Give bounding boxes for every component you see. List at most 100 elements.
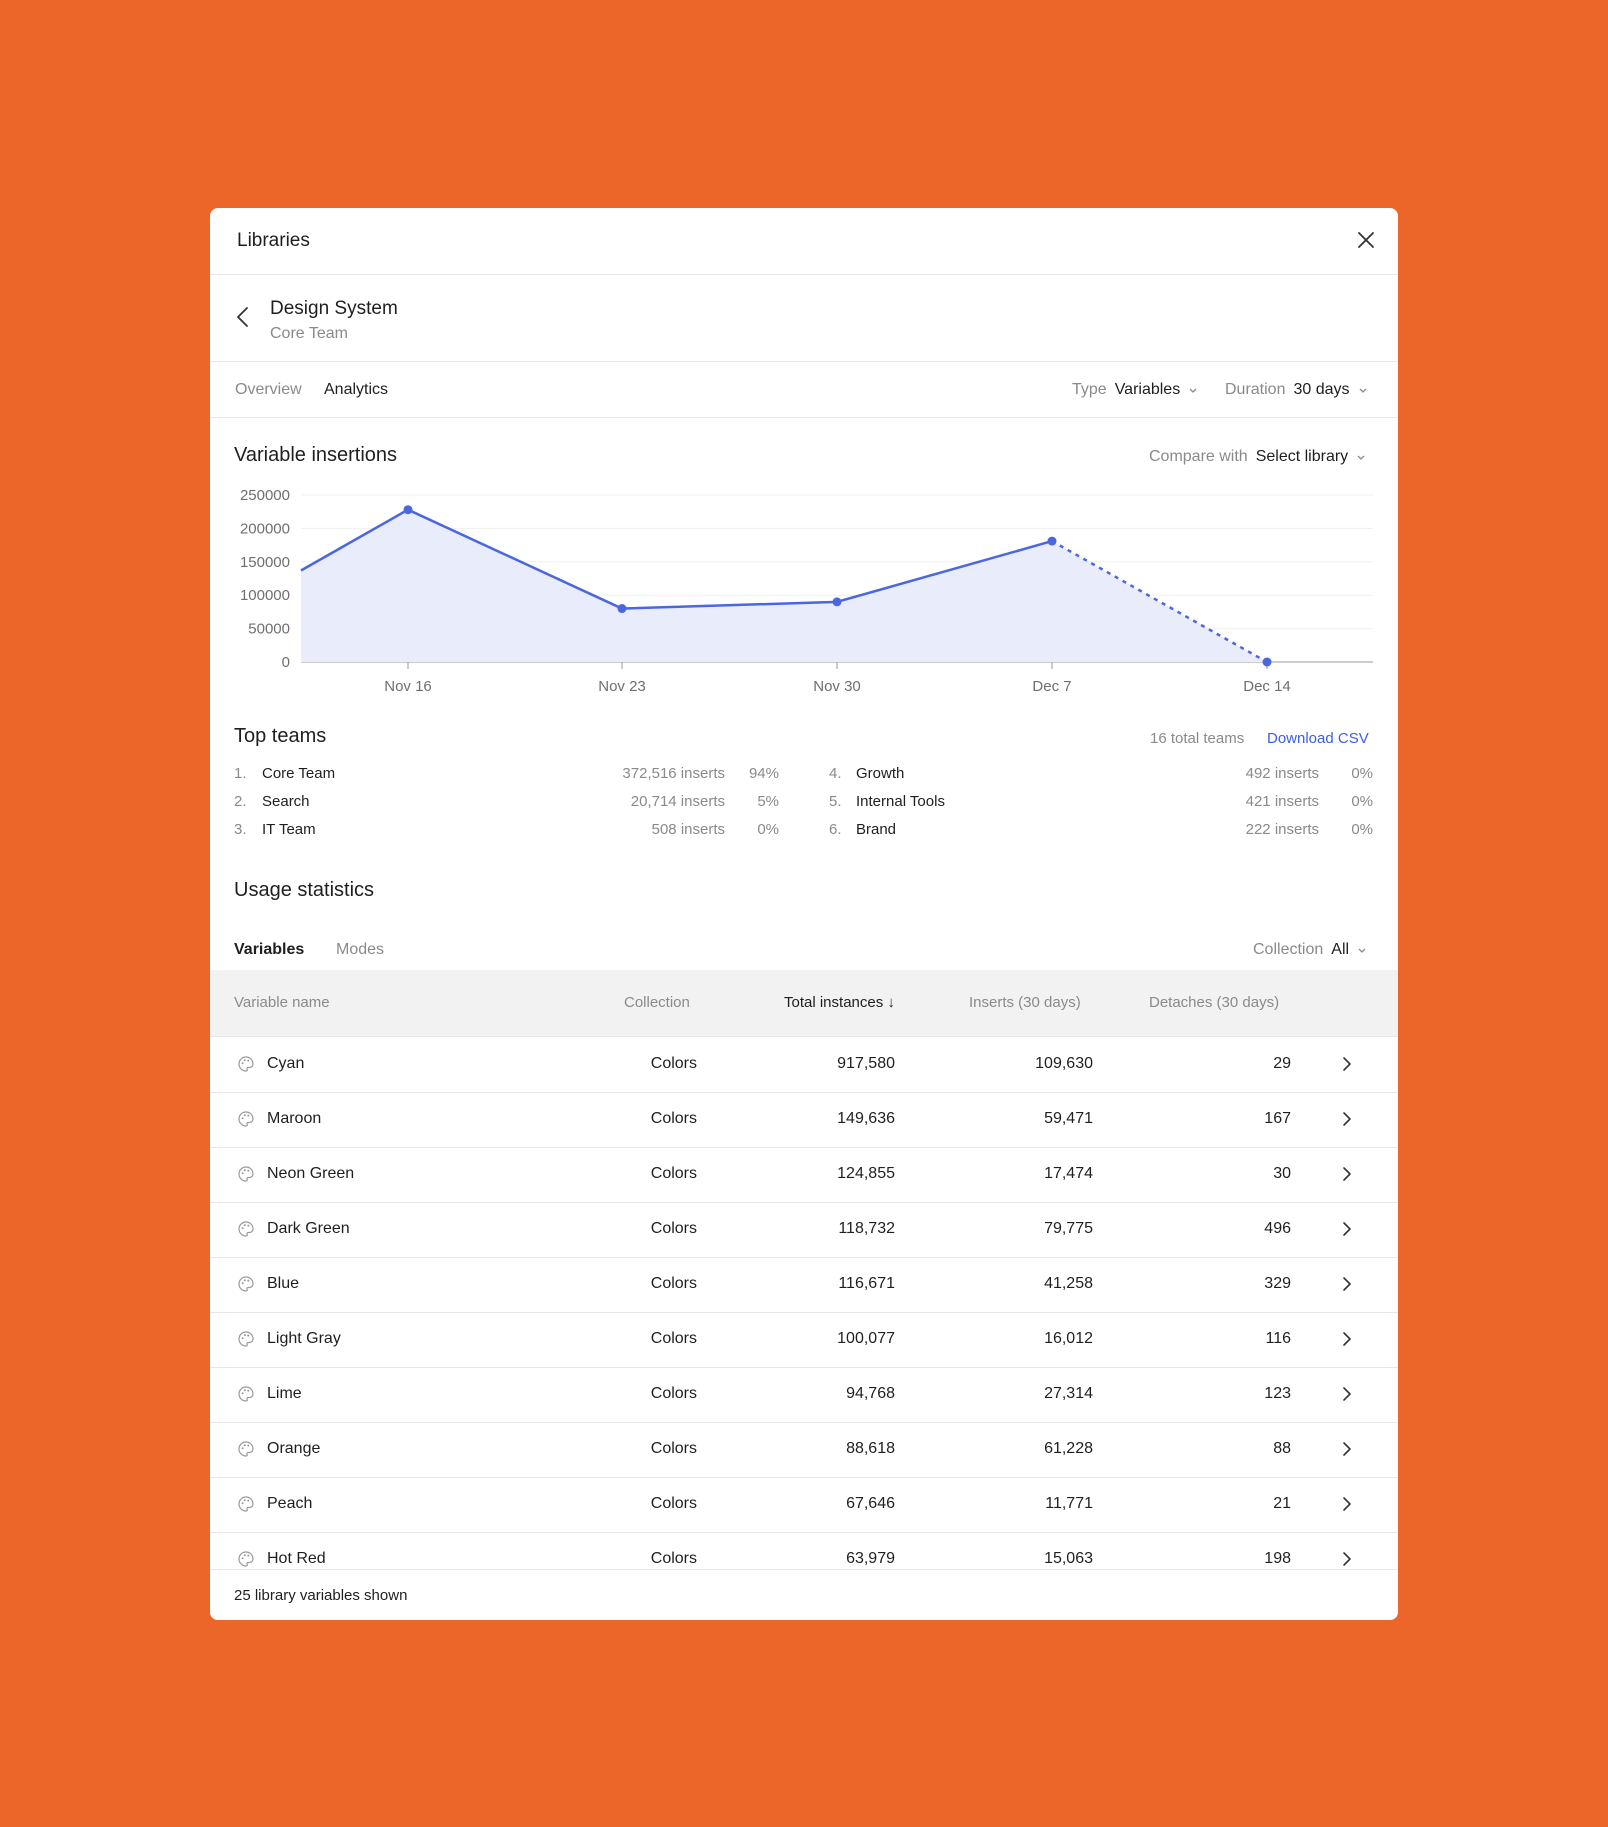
chevron-down-icon [1358, 948, 1366, 953]
total-instances: 67,646 [846, 1495, 895, 1512]
inserts-30d: 61,228 [1044, 1440, 1093, 1457]
data-point[interactable] [1262, 657, 1272, 667]
tab-variables[interactable]: Variables [234, 941, 304, 959]
variable-collection: Colors [650, 1110, 697, 1127]
table-row[interactable]: Hot Red Colors 63,979 15,063 198 [210, 1532, 1398, 1569]
table-row[interactable]: Cyan Colors 917,580 109,630 29 [210, 1037, 1398, 1093]
variable-collection: Colors [650, 1440, 697, 1457]
insertions-chart: 0 50000 100000 150000 200000 250000 Nov 16 Nov … [240, 487, 1373, 695]
inserts-30d: 59,471 [1044, 1110, 1093, 1127]
table-row[interactable]: Light Gray Colors 100,077 16,012 116 [210, 1312, 1398, 1368]
total-instances: 116,671 [838, 1275, 895, 1292]
total-instances: 149,636 [837, 1110, 895, 1127]
total-instances: 124,855 [837, 1165, 895, 1182]
variable-collection: Colors [650, 1385, 697, 1402]
variable-name: Cyan [267, 1055, 305, 1072]
chevron-right-icon[interactable] [1337, 1274, 1357, 1294]
inserts-30d: 79,775 [1044, 1220, 1093, 1237]
x-tick-label: Nov 30 [813, 678, 861, 695]
team-rank: 1. [234, 765, 247, 782]
chevron-right-icon[interactable] [1337, 1549, 1357, 1569]
header-total-instances[interactable]: Total instances ↓ [784, 994, 895, 1011]
table-row[interactable]: Dark Green Colors 118,732 79,775 496 [210, 1202, 1398, 1258]
data-point[interactable] [1047, 536, 1057, 546]
header-variable-name[interactable]: Variable name [234, 994, 330, 1011]
header-collection[interactable]: Collection [624, 994, 690, 1011]
table-row[interactable]: Lime Colors 94,768 27,314 123 [210, 1367, 1398, 1423]
total-instances: 917,580 [837, 1055, 895, 1072]
palette-icon [238, 1276, 254, 1292]
team-inserts: 372,516 inserts [622, 765, 725, 782]
variable-collection: Colors [650, 1055, 697, 1072]
chevron-right-icon[interactable] [1337, 1384, 1357, 1404]
chevron-right-icon[interactable] [1337, 1164, 1357, 1184]
detaches-30d: 30 [1273, 1165, 1291, 1182]
palette-icon [238, 1551, 254, 1567]
table-row[interactable]: Peach Colors 67,646 11,771 21 [210, 1477, 1398, 1533]
table-footer: 25 library variables shown [210, 1569, 1398, 1620]
variable-name: Peach [267, 1495, 313, 1512]
palette-icon [238, 1386, 254, 1402]
top-teams-title: Top teams [234, 725, 327, 747]
total-instances: 94,768 [846, 1385, 895, 1402]
variable-collection: Colors [650, 1550, 697, 1567]
detaches-30d: 329 [1264, 1275, 1291, 1292]
detaches-30d: 88 [1273, 1440, 1291, 1457]
chevron-right-icon[interactable] [1337, 1109, 1357, 1129]
team-percent: 0% [757, 821, 779, 838]
team-percent: 0% [1351, 821, 1373, 838]
tab-modes[interactable]: Modes [336, 941, 384, 959]
total-teams: 16 total teams [1150, 730, 1245, 747]
variable-collection: Colors [650, 1495, 697, 1512]
detaches-30d: 116 [1265, 1330, 1291, 1347]
table-row[interactable]: Neon Green Colors 124,855 17,474 30 [210, 1147, 1398, 1203]
data-point[interactable] [403, 505, 413, 515]
detaches-30d: 123 [1264, 1385, 1291, 1402]
chevron-right-icon[interactable] [1337, 1329, 1357, 1349]
area-fill [301, 509, 1267, 662]
variable-name: Light Gray [267, 1330, 341, 1347]
variable-name: Hot Red [267, 1550, 326, 1567]
team-inserts: 421 inserts [1245, 793, 1319, 810]
variables-count: 25 library variables shown [234, 1587, 408, 1604]
inserts-30d: 15,063 [1044, 1550, 1093, 1567]
detaches-30d: 167 [1264, 1110, 1291, 1127]
table-row[interactable]: Blue Colors 116,671 41,258 329 [210, 1257, 1398, 1313]
team-inserts: 492 inserts [1245, 765, 1319, 782]
chevron-right-icon[interactable] [1337, 1219, 1357, 1239]
data-point[interactable] [617, 604, 627, 614]
variable-collection: Colors [650, 1330, 697, 1347]
chevron-right-icon[interactable] [1337, 1054, 1357, 1074]
table-row[interactable]: Maroon Colors 149,636 59,471 167 [210, 1092, 1398, 1148]
variable-name: Dark Green [267, 1220, 350, 1237]
data-point[interactable] [832, 597, 842, 607]
collection-dropdown[interactable]: Collection All [1253, 941, 1367, 959]
team-inserts: 222 inserts [1245, 821, 1319, 838]
header-detaches[interactable]: Detaches (30 days) [1149, 994, 1279, 1011]
y-tick-label: 100000 [240, 587, 290, 604]
chevron-right-icon[interactable] [1337, 1494, 1357, 1514]
palette-icon [238, 1111, 254, 1127]
download-csv-link[interactable]: Download CSV [1267, 730, 1369, 747]
team-rank: 2. [234, 793, 247, 810]
palette-icon [238, 1056, 254, 1072]
variable-collection: Colors [650, 1165, 697, 1182]
team-percent: 0% [1351, 793, 1373, 810]
variable-name: Orange [267, 1440, 321, 1457]
collection-value: All [1331, 941, 1350, 958]
detaches-30d: 198 [1264, 1550, 1291, 1567]
variable-name: Blue [267, 1275, 300, 1292]
team-name: Internal Tools [856, 793, 945, 810]
table-row[interactable]: Orange Colors 88,618 61,228 88 [210, 1422, 1398, 1478]
usage-title: Usage statistics [234, 879, 375, 901]
team-rank: 6. [829, 821, 842, 838]
chevron-right-icon[interactable] [1337, 1439, 1357, 1459]
total-instances: 100,077 [837, 1330, 895, 1347]
variable-name: Lime [267, 1385, 302, 1402]
inserts-30d: 109,630 [1035, 1055, 1093, 1072]
x-tick-label: Dec 7 [1032, 678, 1071, 695]
inserts-30d: 17,474 [1044, 1165, 1093, 1182]
header-inserts[interactable]: Inserts (30 days) [969, 994, 1081, 1011]
team-percent: 0% [1351, 765, 1373, 782]
team-name: Search [262, 793, 310, 810]
